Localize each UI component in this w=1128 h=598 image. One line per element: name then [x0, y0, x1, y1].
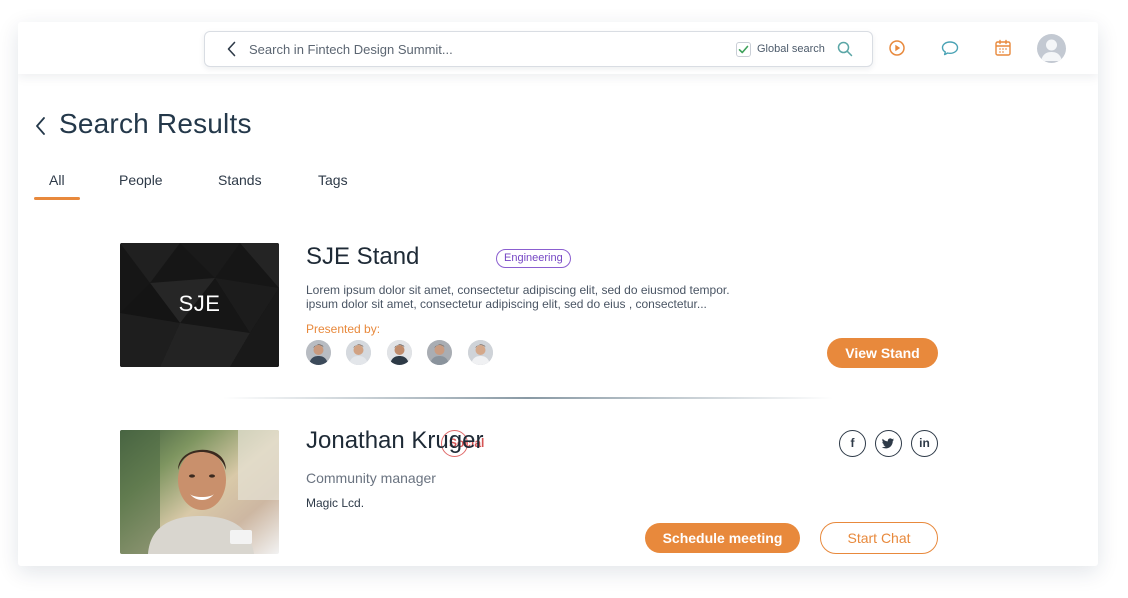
top-bar: Search in Fintech Design Summit... Globa…: [18, 22, 1098, 74]
presenter-avatar[interactable]: [387, 340, 412, 365]
presenter-avatar[interactable]: [346, 340, 371, 365]
active-tab-indicator: [34, 197, 80, 200]
presenter-avatar[interactable]: [427, 340, 452, 365]
presenter-avatar[interactable]: [306, 340, 331, 365]
tab-tags[interactable]: Tags: [318, 172, 348, 188]
twitter-bird-icon: [881, 438, 895, 449]
person-company: Magic Lcd.: [306, 496, 365, 510]
back-chevron-icon[interactable]: [32, 114, 50, 138]
search-icon[interactable]: [836, 40, 854, 58]
tab-all[interactable]: All: [49, 172, 65, 188]
global-search-label[interactable]: Global search: [757, 43, 825, 55]
results-divider: [223, 397, 833, 399]
page-title: Search Results: [59, 108, 252, 139]
chevron-left-icon[interactable]: [223, 40, 241, 58]
chat-bubble-icon[interactable]: [940, 38, 960, 58]
presenter-photo: [306, 340, 331, 365]
stand-description-line-2: ipsum dolor sit amet, consectetur adipis…: [306, 297, 707, 311]
presenter-photo: [468, 340, 493, 365]
stand-thumbnail-label: SJE: [178, 291, 221, 316]
calendar-icon[interactable]: [993, 38, 1013, 58]
user-avatar-icon[interactable]: [1037, 34, 1066, 63]
tab-stands[interactable]: Stands: [218, 172, 262, 188]
presenter-photo: [387, 340, 412, 365]
person-name[interactable]: Jonathan Kruger: [306, 427, 483, 455]
stand-thumbnail[interactable]: SJE: [120, 243, 279, 367]
search-input[interactable]: Search in Fintech Design Summit...: [249, 42, 453, 57]
tab-people[interactable]: People: [119, 172, 163, 188]
app-window: Search in Fintech Design Summit... Globa…: [18, 22, 1098, 566]
stand-description-line-1: Lorem ipsum dolor sit amet, consectetur …: [306, 283, 730, 297]
play-circle-icon[interactable]: [887, 38, 907, 58]
twitter-icon[interactable]: [875, 430, 902, 457]
schedule-meeting-button[interactable]: Schedule meeting: [645, 523, 800, 553]
facebook-icon[interactable]: f: [839, 430, 866, 457]
person-role: Community manager: [306, 470, 436, 486]
view-stand-button[interactable]: View Stand: [827, 338, 938, 368]
person-portrait: [120, 430, 279, 554]
user-silhouette: [1041, 39, 1062, 61]
tag-engineering[interactable]: Engineering: [496, 249, 571, 268]
stand-name[interactable]: SJE Stand: [306, 243, 419, 271]
global-search-checkbox[interactable]: [736, 42, 751, 57]
person-photo[interactable]: [120, 430, 279, 554]
search-bar[interactable]: Search in Fintech Design Summit... Globa…: [204, 31, 873, 67]
stand-description: Lorem ipsum dolor sit amet, consectetur …: [306, 283, 786, 311]
presenter-avatar[interactable]: [468, 340, 493, 365]
presented-by-label: Presented by:: [306, 322, 381, 336]
presenter-photo: [346, 340, 371, 365]
linkedin-icon[interactable]: in: [911, 430, 938, 457]
check-icon: [738, 45, 749, 54]
start-chat-button[interactable]: Start Chat: [820, 522, 938, 554]
presenter-photo: [427, 340, 452, 365]
